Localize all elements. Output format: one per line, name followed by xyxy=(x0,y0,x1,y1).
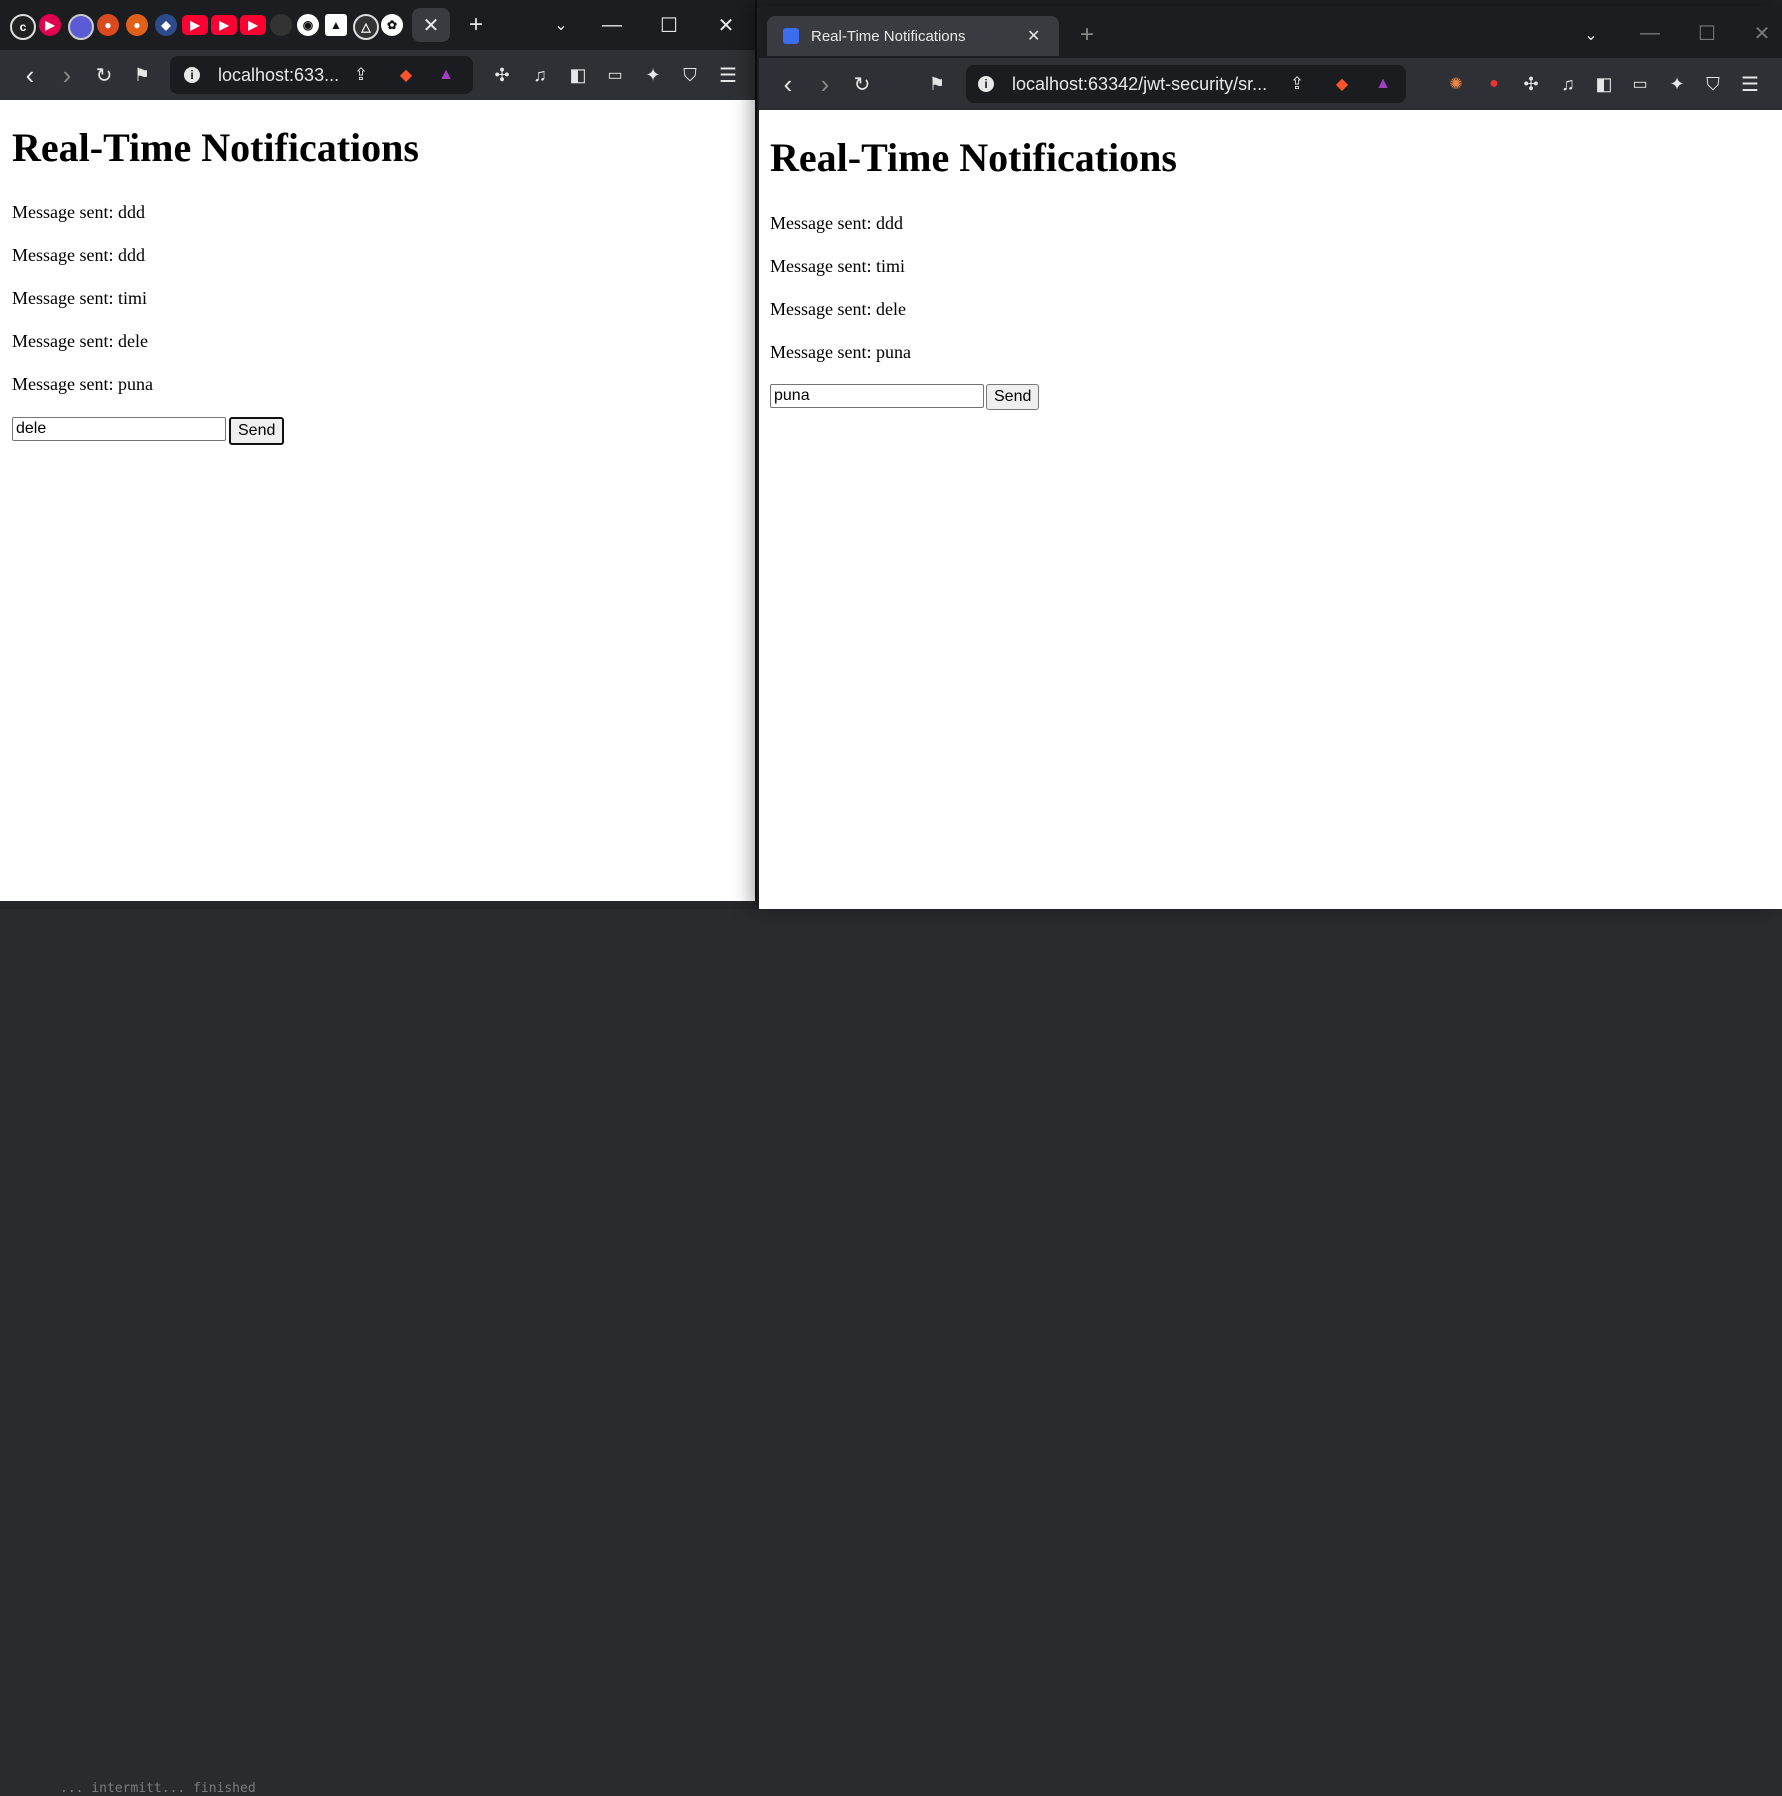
new-tab-icon[interactable]: + xyxy=(1072,20,1102,50)
tab-title: Real-Time Notifications xyxy=(811,27,966,45)
url-text[interactable]: localhost:63342/jwt-security/sr... xyxy=(1012,74,1267,95)
left-browser-window: c ▶ ● ● ◆ ▶ ▶ ▶ ◉ ▲ △ ✿ ✕ + ⌄ — ☐ ✕ ‹ › … xyxy=(0,0,757,901)
forward-icon[interactable]: › xyxy=(810,69,840,99)
mountain-icon[interactable]: ▲ xyxy=(325,14,347,36)
todoist-icon[interactable]: ● xyxy=(1479,69,1509,99)
menu-icon[interactable]: ☰ xyxy=(713,60,743,90)
message-input[interactable]: puna xyxy=(770,384,984,408)
reload-icon[interactable]: ↻ xyxy=(89,60,119,90)
minimize-icon[interactable]: — xyxy=(1630,16,1670,50)
message-line: Message sent: ddd xyxy=(770,213,903,233)
back-icon[interactable]: ‹ xyxy=(15,60,45,90)
leo-icon[interactable]: ✦ xyxy=(638,60,668,90)
reload-icon[interactable]: ↻ xyxy=(847,69,877,99)
right-tab-strip: Real-Time Notifications ✕ + ⌄ — ☐ ✕ xyxy=(759,6,1782,58)
left-toolbar: ‹ › ↻ ⚑ i localhost:633... ⇪ ◆ ▲ ✣ ♫ ◧ ▭… xyxy=(0,50,755,100)
music-icon[interactable]: ♫ xyxy=(525,60,555,90)
right-browser-window: Real-Time Notifications ✕ + ⌄ — ☐ ✕ ‹ › … xyxy=(759,6,1782,909)
github-icon[interactable]: ◉ xyxy=(297,14,319,36)
youtube-icon[interactable]: ▶ xyxy=(211,15,237,35)
fire-icon[interactable]: ● xyxy=(126,14,148,36)
youtube-icon[interactable]: ▶ xyxy=(240,15,266,35)
right-page: Real-Time Notifications Message sent: dd… xyxy=(759,110,1782,909)
youtube-icon[interactable]: ▶ xyxy=(39,14,61,36)
vpn-icon[interactable]: ⛉ xyxy=(675,60,705,90)
new-tab-icon[interactable]: + xyxy=(461,10,491,40)
maximize-icon[interactable]: ☐ xyxy=(1687,16,1727,50)
github-dark-icon[interactable] xyxy=(270,14,292,36)
send-button[interactable]: Send xyxy=(986,384,1040,410)
share-icon[interactable]: ⇪ xyxy=(1282,69,1312,99)
c-icon[interactable]: c xyxy=(10,14,36,40)
circle-icon[interactable] xyxy=(68,14,94,40)
brave-shield-icon[interactable]: ◆ xyxy=(1327,69,1357,99)
page-title: Real-Time Notifications xyxy=(12,125,419,170)
extensions-icon[interactable]: ✣ xyxy=(487,60,517,90)
shield-icon[interactable]: ◆ xyxy=(155,14,177,36)
openai-icon[interactable]: ✿ xyxy=(381,14,403,36)
sidebar-icon[interactable]: ◧ xyxy=(1589,69,1619,99)
webstorm-icon xyxy=(783,28,799,44)
close-tab-icon[interactable]: ✕ xyxy=(412,8,450,42)
active-tab[interactable]: Real-Time Notifications ✕ xyxy=(767,16,1059,56)
close-window-icon[interactable]: ✕ xyxy=(1742,16,1782,50)
left-page: Real-Time Notifications Message sent: dd… xyxy=(0,100,755,901)
bookmark-icon[interactable]: ⚑ xyxy=(127,60,157,90)
fire-icon[interactable]: ● xyxy=(97,14,119,36)
brave-rewards-icon[interactable]: ▲ xyxy=(431,60,461,90)
vpn-icon[interactable]: ⛉ xyxy=(1698,69,1728,99)
address-bar[interactable]: i localhost:63342/jwt-security/sr... ⇪ ◆… xyxy=(966,65,1406,103)
message-line: Message sent: timi xyxy=(12,288,147,308)
forward-icon[interactable]: › xyxy=(52,60,82,90)
background-text: ... intermitt... finished xyxy=(60,1781,256,1796)
url-text[interactable]: localhost:633... xyxy=(218,65,339,86)
sidebar-icon[interactable]: ◧ xyxy=(563,60,593,90)
close-tab-icon[interactable]: ✕ xyxy=(1027,26,1040,46)
wallet-icon[interactable]: ▭ xyxy=(1625,69,1655,99)
minimize-icon[interactable]: — xyxy=(592,8,632,42)
music-icon[interactable]: ♫ xyxy=(1553,69,1583,99)
close-window-icon[interactable]: ✕ xyxy=(706,8,746,42)
message-line: Message sent: ddd xyxy=(12,245,145,265)
address-bar[interactable]: i localhost:633... ⇪ ◆ ▲ xyxy=(170,56,473,94)
extensions-icon[interactable]: ✣ xyxy=(1516,69,1546,99)
info-icon[interactable]: i xyxy=(184,67,200,83)
bookmark-icon[interactable]: ⚑ xyxy=(922,69,952,99)
brave-shield-icon[interactable]: ◆ xyxy=(391,60,421,90)
message-line: Message sent: puna xyxy=(12,374,153,394)
menu-icon[interactable]: ☰ xyxy=(1735,69,1765,99)
page-title: Real-Time Notifications xyxy=(770,135,1177,180)
message-line: Message sent: dele xyxy=(770,299,906,319)
leo-icon[interactable]: ✦ xyxy=(1662,69,1692,99)
back-icon[interactable]: ‹ xyxy=(773,69,803,99)
triangle-icon[interactable]: △ xyxy=(353,14,379,40)
message-line: Message sent: dele xyxy=(12,331,148,351)
left-tab-strip: c ▶ ● ● ◆ ▶ ▶ ▶ ◉ ▲ △ ✿ ✕ + ⌄ — ☐ ✕ xyxy=(0,0,755,50)
wallet-icon[interactable]: ▭ xyxy=(600,60,630,90)
right-toolbar: ‹ › ↻ ⚑ i localhost:63342/jwt-security/s… xyxy=(759,58,1782,110)
message-input[interactable]: dele xyxy=(12,417,226,441)
brave-rewards-icon[interactable]: ▲ xyxy=(1368,69,1398,99)
message-line: Message sent: ddd xyxy=(12,202,145,222)
youtube-icon[interactable]: ▶ xyxy=(182,15,208,35)
share-icon[interactable]: ⇪ xyxy=(346,60,376,90)
color-wheel-icon[interactable]: ✺ xyxy=(1441,69,1471,99)
message-line: Message sent: puna xyxy=(770,342,911,362)
send-button[interactable]: Send xyxy=(229,417,285,445)
maximize-icon[interactable]: ☐ xyxy=(649,8,689,42)
message-line: Message sent: timi xyxy=(770,256,905,276)
info-icon[interactable]: i xyxy=(978,76,994,92)
chevron-down-icon[interactable]: ⌄ xyxy=(546,10,576,40)
chevron-down-icon[interactable]: ⌄ xyxy=(1576,20,1606,50)
